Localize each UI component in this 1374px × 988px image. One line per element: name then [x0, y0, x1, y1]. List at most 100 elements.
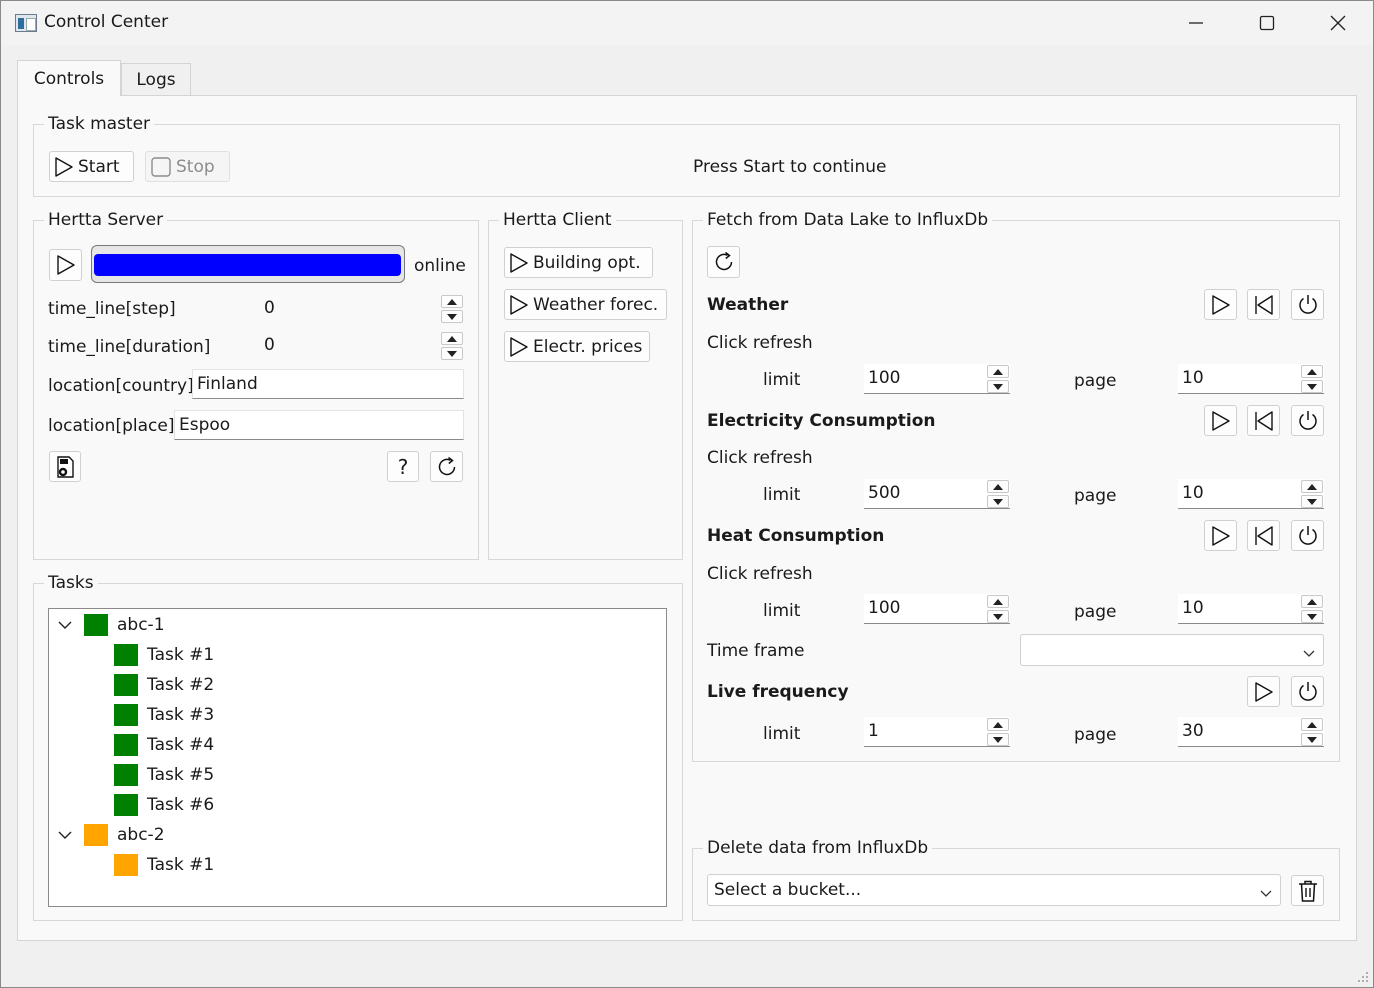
maximize-button[interactable] [1232, 1, 1302, 45]
arrow-up-icon [1307, 483, 1317, 490]
tab-controls-label: Controls [33, 68, 105, 89]
weather-limit-spinbox[interactable]: 100 [864, 364, 1010, 394]
server-refresh-button[interactable] [430, 451, 463, 482]
server-play-button[interactable] [49, 249, 82, 281]
spin-down-button[interactable] [441, 347, 463, 360]
location-country-input[interactable]: Finland [192, 369, 464, 399]
tree-item[interactable]: Task #4 [114, 730, 214, 760]
heat-skip-back-button[interactable] [1247, 520, 1280, 551]
arrow-down-icon [1307, 383, 1317, 390]
live-page-spinbox[interactable]: 30 [1178, 717, 1324, 747]
time-line-duration-spinbox[interactable]: 0 [260, 331, 464, 361]
start-button[interactable]: Start [49, 151, 134, 182]
skip-back-icon [1254, 410, 1273, 431]
close-icon [1330, 15, 1346, 31]
heat-play-button[interactable] [1204, 520, 1237, 551]
weather-power-button[interactable] [1291, 289, 1324, 320]
spin-up-button[interactable] [441, 295, 463, 308]
expand-abc-2[interactable] [55, 825, 75, 845]
tasks-tree[interactable]: abc-1 Task #1 Task #2 Task #3 Task #4 Ta… [48, 608, 667, 907]
play-icon [509, 252, 529, 274]
location-place-input[interactable]: Espoo [174, 410, 464, 440]
save-settings-button[interactable] [49, 451, 81, 482]
tree-item[interactable]: Task #6 [114, 790, 214, 820]
heat-limit-spinbox[interactable]: 100 [864, 594, 1010, 624]
task-master-status: Press Start to continue [693, 157, 887, 177]
spin-down-button[interactable] [987, 495, 1009, 508]
time-line-step-value: 0 [264, 298, 275, 318]
tree-item[interactable]: Task #1 [114, 640, 214, 670]
spin-up-button[interactable] [987, 365, 1009, 378]
spin-down-button[interactable] [987, 610, 1009, 623]
electr-prices-button[interactable]: Electr. prices [504, 331, 650, 362]
delete-bucket-button[interactable] [1291, 875, 1324, 906]
help-icon: ? [397, 454, 409, 479]
status-swatch [84, 614, 108, 636]
arrow-down-icon [447, 350, 457, 357]
tree-item[interactable]: Task #5 [114, 760, 214, 790]
spin-down-button[interactable] [1301, 610, 1323, 623]
spin-up-button[interactable] [987, 480, 1009, 493]
tree-group-abc-1[interactable]: abc-1 [84, 610, 165, 640]
spin-down-button[interactable] [987, 380, 1009, 393]
weather-skip-back-button[interactable] [1247, 289, 1280, 320]
tree-group-abc-2[interactable]: abc-2 [84, 820, 165, 850]
status-swatch [84, 824, 108, 846]
spin-down-button[interactable] [987, 733, 1009, 746]
electricity-play-button[interactable] [1204, 405, 1237, 436]
electr-prices-label: Electr. prices [533, 336, 643, 357]
spin-up-button[interactable] [987, 718, 1009, 731]
weather-play-button[interactable] [1204, 289, 1237, 320]
spin-up-button[interactable] [1301, 365, 1323, 378]
heat-section-title: Heat Consumption [707, 526, 885, 546]
title-bar[interactable]: Control Center [1, 1, 1373, 45]
time-frame-select[interactable] [1020, 634, 1324, 666]
weather-forec-button[interactable]: Weather forec. [504, 289, 667, 320]
weather-page-spinbox[interactable]: 10 [1178, 364, 1324, 394]
spin-up-button[interactable] [441, 332, 463, 345]
tree-group-label: abc-1 [117, 615, 165, 635]
spin-up-button[interactable] [1301, 480, 1323, 493]
electricity-page-value: 10 [1182, 483, 1204, 503]
close-button[interactable] [1303, 1, 1373, 45]
spin-up-button[interactable] [1301, 718, 1323, 731]
building-opt-button[interactable]: Building opt. [504, 247, 653, 278]
fetch-refresh-button[interactable] [707, 246, 740, 278]
bucket-select[interactable]: Select a bucket... [707, 874, 1281, 906]
minimize-button[interactable] [1161, 1, 1231, 45]
electricity-power-button[interactable] [1291, 405, 1324, 436]
tree-item[interactable]: Task #2 [114, 670, 214, 700]
weather-forec-label: Weather forec. [533, 294, 659, 315]
tree-item[interactable]: Task #3 [114, 700, 214, 730]
status-swatch [114, 794, 138, 816]
spin-down-button[interactable] [1301, 380, 1323, 393]
spin-up-button[interactable] [987, 595, 1009, 608]
tab-controls[interactable]: Controls [17, 60, 121, 96]
heat-page-value: 10 [1182, 598, 1204, 618]
chevron-down-icon [1303, 644, 1315, 664]
live-power-button[interactable] [1291, 676, 1324, 707]
spin-up-button[interactable] [1301, 595, 1323, 608]
resize-grip-icon[interactable] [1357, 971, 1369, 983]
bucket-select-value: Select a bucket... [714, 880, 862, 900]
spin-down-button[interactable] [1301, 495, 1323, 508]
arrow-down-icon [993, 736, 1003, 743]
play-icon [56, 255, 75, 275]
live-limit-spinbox[interactable]: 1 [864, 717, 1010, 747]
expand-abc-1[interactable] [55, 615, 75, 635]
live-play-button[interactable] [1247, 676, 1280, 707]
heat-page-spinbox[interactable]: 10 [1178, 594, 1324, 624]
tree-item[interactable]: Task #1 [114, 850, 214, 880]
location-country-value: Finland [197, 374, 258, 394]
spin-down-button[interactable] [1301, 733, 1323, 746]
spin-down-button[interactable] [441, 310, 463, 323]
time-line-step-spinbox[interactable]: 0 [260, 294, 464, 324]
heat-power-button[interactable] [1291, 520, 1324, 551]
electricity-skip-back-button[interactable] [1247, 405, 1280, 436]
tab-logs[interactable]: Logs [121, 63, 191, 96]
electricity-limit-spinbox[interactable]: 500 [864, 479, 1010, 509]
stop-button[interactable]: Stop [145, 151, 230, 182]
start-label: Start [78, 156, 120, 177]
electricity-page-spinbox[interactable]: 10 [1178, 479, 1324, 509]
help-button[interactable]: ? [387, 451, 419, 482]
